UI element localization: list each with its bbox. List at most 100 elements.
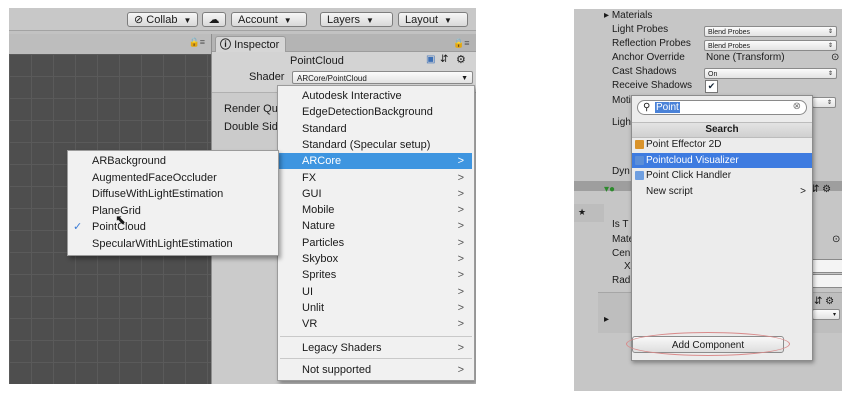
submenu-arrow-icon: > <box>457 341 464 354</box>
account-dropdown[interactable]: Account ▼ <box>231 12 307 27</box>
shader-menu-item-label: FX <box>302 171 317 184</box>
clear-search-icon[interactable]: ⊗ <box>793 101 801 112</box>
shader-menu-item-legacy[interactable]: Legacy Shaders > <box>278 340 472 356</box>
lightmap-label: Ligh <box>612 117 631 128</box>
center-label: Cen <box>612 248 631 259</box>
lock-icon[interactable]: 🔒≡ <box>189 37 205 48</box>
component-settings-icon[interactable]: ⇵ ⚙ <box>811 184 831 195</box>
cloud-icon: ☁ <box>208 14 220 26</box>
sliders-icon[interactable]: ⇵ <box>440 54 448 65</box>
shader-menu-item[interactable]: Nature > <box>278 218 472 234</box>
object-picker-icon[interactable]: ⊙ <box>831 52 839 63</box>
shader-menu-item[interactable]: Standard (Specular setup) <box>278 137 472 153</box>
unity-editor-right: ▸ Materials Light Probes Blend Probes ⇕ R… <box>574 9 842 391</box>
shader-menu-item-label: UI <box>302 285 313 298</box>
shader-menu-item[interactable]: EdgeDetectionBackground <box>278 104 472 120</box>
anchor-override-label: Anchor Override <box>612 52 685 63</box>
lock-icon[interactable]: 🔒≡ <box>453 38 469 49</box>
arcore-menu-item[interactable]: SpecularWithLightEstimation <box>68 236 276 252</box>
info-icon: ⓘ <box>220 39 231 51</box>
shader-menu-item[interactable]: Particles > <box>278 235 472 251</box>
shader-menu-item-label: Standard (Specular setup) <box>302 138 431 151</box>
shader-menu-item[interactable]: FX > <box>278 170 472 186</box>
shader-label: Shader <box>249 71 285 83</box>
shader-dropdown[interactable]: ARCore/PointCloud ▼ <box>292 71 473 84</box>
shader-menu-item-label: Standard <box>302 122 347 135</box>
component-result[interactable]: Point Effector 2D <box>632 137 812 152</box>
center-x-field[interactable] <box>810 259 842 273</box>
component-search-input[interactable]: ⚲ Point ⊗ <box>637 100 807 115</box>
foldout-arrow-icon[interactable]: ▸ <box>604 314 609 325</box>
radius-label: Rad <box>612 275 631 286</box>
legacy-label: Legacy Shaders <box>302 341 382 354</box>
shader-menu-item-label: EdgeDetectionBackground <box>302 106 433 119</box>
layers-dropdown[interactable]: Layers ▼ <box>320 12 393 27</box>
book-icon[interactable]: ▣ <box>426 54 435 65</box>
gear-icon[interactable]: ⚙ <box>456 53 466 66</box>
cast-shadows-dropdown[interactable]: On ⇕ <box>704 68 837 79</box>
collab-button[interactable]: ⊘ Collab ▼ <box>127 12 199 27</box>
submenu-arrow-icon: > <box>457 187 464 200</box>
scene-tab-bar: 🔒≡ <box>9 34 211 55</box>
shader-menu-item[interactable]: Unlit > <box>278 300 472 316</box>
checkmark-icon: ✓ <box>73 221 83 233</box>
shader-menu-item[interactable]: Standard <box>278 121 472 137</box>
unity-editor-left: ⊘ Collab ▼ ☁ Account ▼ Layers ▼ Layout ▼ 🔒≡ … <box>9 8 476 384</box>
collab-label: Collab <box>146 14 178 26</box>
reflection-probes-dropdown[interactable]: Blend Probes ⇕ <box>704 40 837 51</box>
materials-foldout[interactable]: ▸ Materials <box>604 10 652 21</box>
shader-menu-item[interactable]: Autodesk Interactive <box>278 88 472 104</box>
dropdown-arrow-icon: ▼ <box>366 16 374 25</box>
arcore-menu-item[interactable]: DiffuseWithLightEstimation <box>68 186 276 202</box>
shader-menu-item[interactable]: GUI > <box>278 186 472 202</box>
shader-menu-item-label: Sprites <box>302 269 337 282</box>
shader-menu-item[interactable]: VR > <box>278 316 472 332</box>
component-result[interactable]: Point Click Handler <box>632 168 812 183</box>
search-value: Point <box>655 102 680 113</box>
shader-menu-item-label: Nature <box>302 220 336 233</box>
mouse-cursor-icon: ⬉ <box>115 212 126 227</box>
star-icon[interactable]: ★ <box>578 207 586 218</box>
submenu-arrow-icon: > <box>800 185 806 197</box>
component-result[interactable]: New script > <box>632 184 812 199</box>
object-picker-icon[interactable]: ⊙ <box>832 234 840 245</box>
script-icon <box>635 155 644 165</box>
dropdown-arrow-icon: ▼ <box>444 16 452 25</box>
shader-menu-item-label: GUI <box>302 187 322 200</box>
submenu-arrow-icon: > <box>457 318 464 331</box>
receive-shadows-checkbox[interactable]: ✔ <box>705 80 718 93</box>
submenu-arrow-icon: > <box>457 269 464 282</box>
shader-menu-item[interactable]: UI > <box>278 284 472 300</box>
object-name: PointCloud <box>290 55 344 67</box>
anchor-override-value[interactable]: None (Transform) <box>706 52 785 63</box>
component-settings-icon[interactable]: ⇵ ⚙ <box>814 296 834 307</box>
component-result-label: New script <box>646 185 693 197</box>
cloud-button[interactable]: ☁ <box>202 12 226 27</box>
shader-menu-item[interactable]: ARCore > <box>278 153 472 170</box>
arcore-menu-item[interactable]: AugmentedFaceOccluder <box>68 170 276 186</box>
lower-dropdown[interactable]: ▾ <box>812 309 840 320</box>
script-icon <box>635 171 644 180</box>
shader-menu-item[interactable]: Mobile > <box>278 202 472 218</box>
dropdown-arrow-icon: ▼ <box>461 75 468 82</box>
submenu-arrow-icon: > <box>457 363 464 376</box>
component-result[interactable]: Pointcloud Visualizer <box>632 152 812 168</box>
motion-dropdown[interactable]: ⇕ <box>812 97 836 108</box>
submenu-arrow-icon: > <box>457 285 464 298</box>
arcore-menu-item[interactable]: ARBackground <box>68 153 276 169</box>
search-icon: ⚲ <box>643 102 651 113</box>
submenu-arrow-icon: > <box>457 171 464 184</box>
shader-menu-item-label: Skybox <box>302 253 339 265</box>
shader-menu-item-label: Particles <box>302 236 345 249</box>
arcore-menu-item[interactable]: PlaneGrid <box>68 203 276 219</box>
shader-menu-item-not-supported[interactable]: Not supported > <box>278 362 472 378</box>
tab-inspector[interactable]: ⓘ Inspector <box>215 36 287 53</box>
radius-field[interactable] <box>810 274 842 288</box>
light-probes-dropdown[interactable]: Blend Probes ⇕ <box>704 26 837 37</box>
shader-menu-item[interactable]: Sprites > <box>278 267 472 283</box>
layout-dropdown[interactable]: Layout ▼ <box>398 12 468 27</box>
component-result-label: Point Effector 2D <box>646 139 722 150</box>
motion-label: Moti <box>612 95 631 106</box>
shader-menu-item[interactable]: Skybox > <box>278 251 472 267</box>
arcore-menu-item[interactable]: ✓ PointCloud <box>68 219 276 235</box>
